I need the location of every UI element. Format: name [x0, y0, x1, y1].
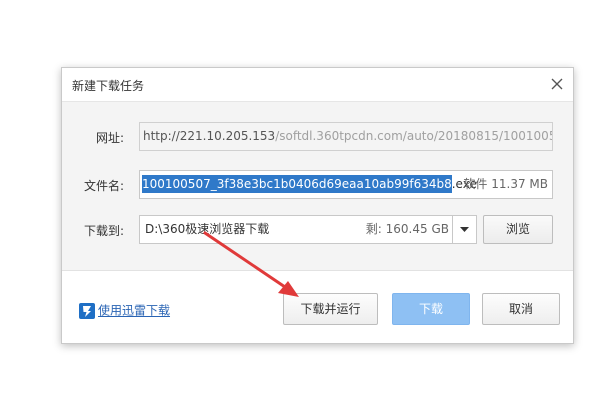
new-download-dialog: 新建下载任务 网址: http://221.10.205.153/softdl.… [61, 67, 574, 344]
url-label: 网址: [95, 131, 124, 145]
download-and-run-button[interactable]: 下载并运行 [283, 293, 378, 325]
dialog-title: 新建下载任务 [72, 79, 145, 93]
dialog-body: 网址: http://221.10.205.153/softdl.360tpcd… [62, 102, 573, 271]
save-path-dropdown[interactable] [452, 216, 476, 243]
save-path-text: D:\360极速浏览器下载 [145, 222, 270, 236]
close-icon [551, 78, 563, 90]
free-space-info: 剩: 160.45 GB [365, 222, 449, 236]
close-button[interactable] [547, 74, 567, 94]
cancel-button[interactable]: 取消 [482, 293, 560, 325]
file-size-info: 软件 11.37 MB [463, 177, 548, 191]
url-path: /softdl.360tpcdn.com/auto/20180815/10010… [275, 129, 553, 143]
save-path-field[interactable]: D:\360极速浏览器下载 剩: 160.45 GB [139, 215, 477, 244]
thunder-icon [79, 302, 95, 319]
dialog-titlebar: 新建下载任务 [62, 68, 573, 102]
filename-selected-text: 100100507_3f38e3bc1b0406d69eaa10ab99f634… [142, 175, 452, 193]
thunder-download-link[interactable]: 使用迅雷下载 [79, 301, 170, 319]
filename-label: 文件名: [83, 179, 124, 193]
filename-field[interactable]: 100100507_3f38e3bc1b0406d69eaa10ab99f634… [139, 170, 553, 199]
save-to-label: 下载到: [83, 224, 124, 238]
browse-button[interactable]: 浏览 [483, 215, 553, 244]
download-button[interactable]: 下载 [392, 293, 470, 325]
url-field[interactable]: http://221.10.205.153/softdl.360tpcdn.co… [139, 122, 553, 151]
chevron-down-icon [460, 227, 469, 232]
thunder-link-text: 使用迅雷下载 [98, 303, 171, 318]
url-host: http://221.10.205.153 [143, 129, 276, 143]
